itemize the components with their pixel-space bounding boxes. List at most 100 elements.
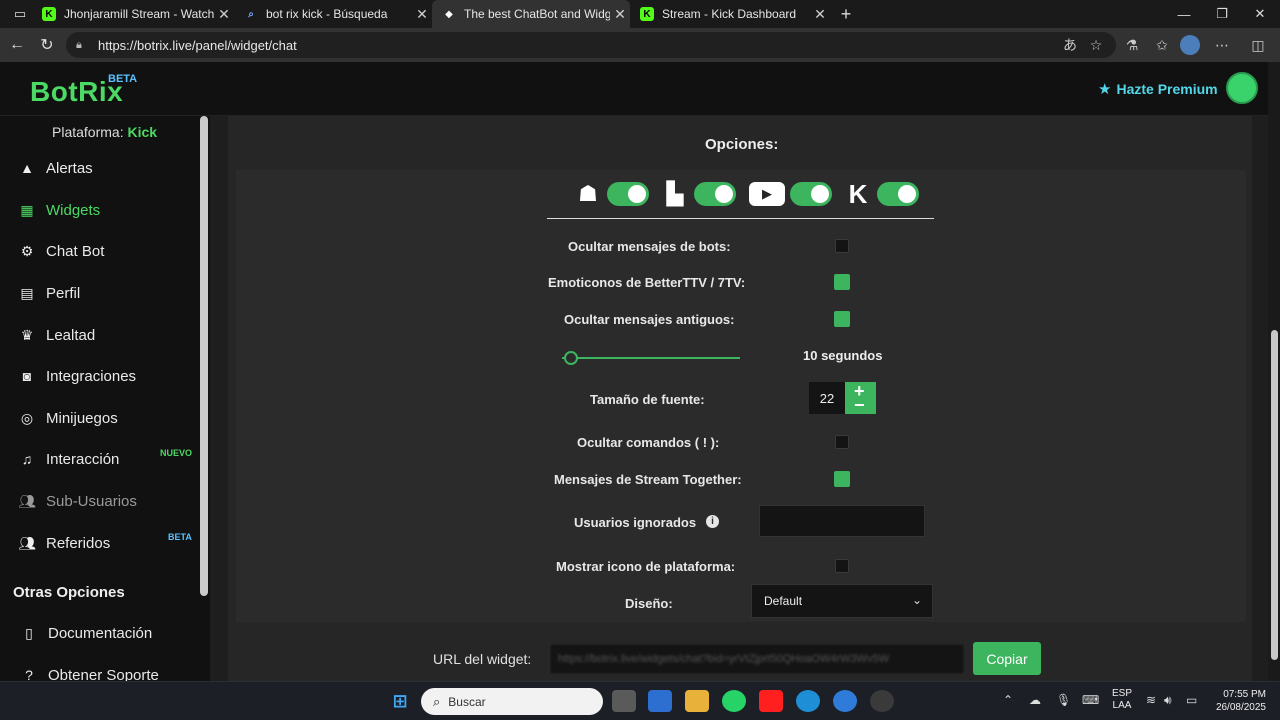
battery-icon[interactable]: ▭ <box>1186 693 1197 707</box>
whatsapp-icon[interactable] <box>722 690 746 712</box>
youtube-app-icon[interactable] <box>759 690 783 712</box>
chevron-up-icon[interactable]: ⌃ <box>1003 693 1013 707</box>
robot-icon: ⚙ <box>20 242 34 259</box>
font-size-stepper[interactable]: + − <box>845 381 876 416</box>
windows-start-icon[interactable]: ⊞ <box>388 690 412 712</box>
store-icon[interactable] <box>648 690 672 712</box>
design-label: Diseño: <box>625 596 673 611</box>
seconds-slider-track[interactable] <box>562 357 740 359</box>
tab-kick-dashboard[interactable]: K Stream - Kick Dashboard ✕ <box>630 0 830 28</box>
sidebar-item-minijuegos[interactable]: ◎ Minijuegos <box>18 404 118 432</box>
obs-icon[interactable] <box>870 690 894 712</box>
new-tab-icon[interactable]: + <box>826 0 866 28</box>
hide-commands-checkbox[interactable] <box>835 435 849 449</box>
font-size-input[interactable]: 22 <box>809 382 845 414</box>
edge-icon[interactable] <box>796 690 820 712</box>
youtube-toggle[interactable] <box>790 182 832 206</box>
extensions-icon[interactable]: ⚗ <box>1122 35 1142 55</box>
app-header: BotRix BETA ★ Hazte Premium <box>0 62 1268 116</box>
language-indicator[interactable]: ESP LAA <box>1112 688 1132 712</box>
clock[interactable]: 07:55 PM 26/08/2025 <box>1212 688 1266 714</box>
tab-search[interactable]: ⌕ bot rix kick - Búsqueda ✕ <box>234 0 432 28</box>
tab-jhonjaramill[interactable]: K Jhonjaramill Stream - Watch Live ✕ <box>32 0 234 28</box>
app-icon[interactable] <box>833 690 857 712</box>
close-icon[interactable]: ✕ <box>412 6 432 23</box>
question-icon: ? <box>25 667 33 681</box>
more-icon[interactable]: ⋯ <box>1212 35 1232 55</box>
restore-icon[interactable]: ❐ <box>1202 0 1242 28</box>
hide-old-label: Ocultar mensajes antiguos: <box>564 312 735 327</box>
hide-commands-label: Ocultar comandos ( ! ): <box>577 435 720 450</box>
close-icon[interactable]: ✕ <box>610 6 630 23</box>
kick-toggle[interactable] <box>877 182 919 206</box>
hide-bots-checkbox[interactable] <box>835 239 849 253</box>
favorite-star-icon[interactable]: ☆ <box>1086 35 1106 55</box>
emotes-checkbox[interactable] <box>834 274 850 290</box>
favorites-icon[interactable]: ✩ <box>1152 35 1172 55</box>
back-icon[interactable]: ← <box>6 34 28 56</box>
search-icon: ⌕ <box>248 8 254 20</box>
ignored-users-input[interactable] <box>759 505 925 537</box>
seconds-slider-handle[interactable] <box>563 351 578 365</box>
stream-together-checkbox[interactable] <box>834 471 850 487</box>
options-title: Opciones: <box>705 136 779 153</box>
tab-botrix[interactable]: ◆ The best ChatBot and Widgets for ✕ <box>432 0 630 28</box>
browser-tab-bar: ▭ K Jhonjaramill Stream - Watch Live ✕ ⌕… <box>0 0 1280 28</box>
sidebar-item-widgets[interactable]: ▦ Widgets <box>18 196 100 224</box>
onedrive-icon[interactable]: ☁ <box>1029 693 1041 707</box>
id-card-icon: ▤ <box>20 284 34 301</box>
close-icon[interactable]: ✕ <box>214 6 234 23</box>
other-options-heading: Otras Opciones <box>13 584 125 601</box>
trophy-icon: ♛ <box>20 326 34 343</box>
taskbar-search[interactable]: ⌕ Buscar <box>421 688 603 715</box>
avatar[interactable] <box>1226 72 1258 104</box>
minimize-icon[interactable]: — <box>1164 0 1204 28</box>
copy-button[interactable]: Copiar <box>973 642 1041 675</box>
translate-icon[interactable]: あ <box>1060 35 1080 55</box>
sidebar-item-lealtad[interactable]: ♛ Lealtad <box>18 321 96 349</box>
hide-bots-label: Ocultar mensajes de bots: <box>568 239 731 254</box>
profile-avatar[interactable] <box>1180 35 1200 55</box>
folder-icon[interactable] <box>685 690 709 712</box>
trovo-toggle[interactable] <box>607 182 649 206</box>
page-scrollbar[interactable] <box>1271 330 1278 660</box>
toggle-knob <box>811 185 829 203</box>
sidebar-toggle-icon[interactable]: ◫ <box>1248 35 1268 55</box>
sidebar-item-interaccion[interactable]: ♫ Interacción <box>18 445 120 473</box>
sidebar-item-sub-usuarios[interactable]: 👥︎ Sub-Usuarios <box>18 487 137 515</box>
toggle-knob <box>628 185 646 203</box>
refresh-icon[interactable]: ↻ <box>36 34 58 56</box>
info-icon[interactable]: i <box>706 515 719 528</box>
keyboard-icon[interactable]: ⌨ <box>1082 693 1099 707</box>
microphone-icon[interactable]: 🎙︎ <box>1056 693 1071 707</box>
gamepad-icon: ◎ <box>20 409 34 426</box>
document-icon: ▯ <box>25 624 33 641</box>
sidebar-scrollbar[interactable] <box>200 116 208 596</box>
widget-url-field[interactable]: https://botrix.live/widgets/chat?bid=yrV… <box>549 643 965 675</box>
premium-button[interactable]: ★ Hazte Premium <box>1098 80 1218 98</box>
widget-url-label: URL del widget: <box>433 651 532 667</box>
toggle-knob <box>715 185 733 203</box>
ignored-users-label: Usuarios ignorados <box>574 515 697 530</box>
seconds-value: 10 segundos <box>803 348 883 363</box>
sidebar-item-chat-bot[interactable]: ⚙ Chat Bot <box>18 237 105 265</box>
sidebar-item-integraciones[interactable]: ◙ Integraciones <box>18 362 136 390</box>
trovo-icon: ☗ <box>578 181 598 206</box>
sidebar-item-perfil[interactable]: ▤ Perfil <box>18 279 80 307</box>
sidebar-item-soporte[interactable]: ? Obtener Soporte <box>20 661 159 682</box>
wifi-icon[interactable]: ≋ <box>1146 693 1156 707</box>
twitch-icon: ▙ <box>666 181 684 206</box>
volume-icon[interactable]: 🔊︎ <box>1164 693 1172 708</box>
minus-icon[interactable]: − <box>854 395 865 416</box>
show-platform-icon-checkbox[interactable] <box>835 559 849 573</box>
twitch-toggle[interactable] <box>694 182 736 206</box>
hide-old-checkbox[interactable] <box>834 311 850 327</box>
sidebar-item-documentacion[interactable]: ▯ Documentación <box>20 619 152 647</box>
sidebar-item-referidos[interactable]: 👥︎ Referidos <box>18 529 110 557</box>
design-select[interactable]: Default ⌄ <box>751 584 933 618</box>
url-input[interactable]: 🔒︎ https://botrix.live/panel/widget/chat <box>66 32 1116 58</box>
search-icon: ⌕ <box>433 693 441 709</box>
task-view-icon[interactable] <box>612 690 636 712</box>
sidebar-item-alertas[interactable]: ▲ Alertas <box>18 154 93 182</box>
close-window-icon[interactable]: ✕ <box>1240 0 1280 28</box>
